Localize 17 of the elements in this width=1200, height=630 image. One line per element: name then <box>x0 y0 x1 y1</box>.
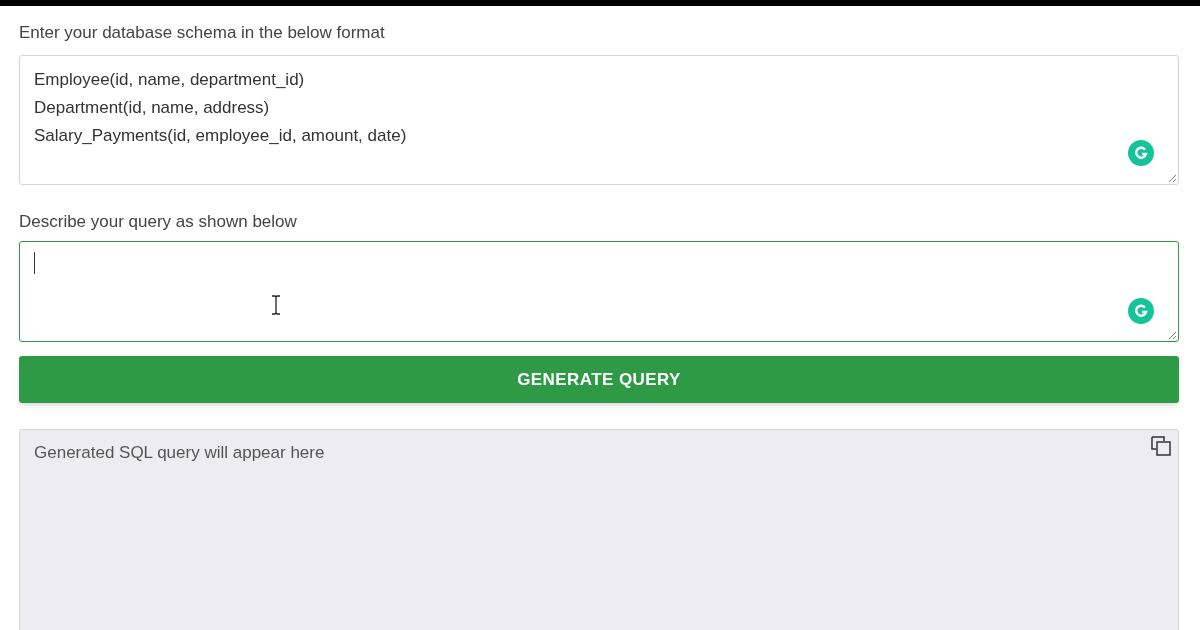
grammarly-icon[interactable] <box>1128 139 1154 166</box>
field-label: Describe your query as shown below <box>19 210 298 233</box>
copy-icon[interactable] <box>1150 435 1172 457</box>
resize-handle-icon[interactable] <box>1168 331 1177 340</box>
output-field[interactable]: Generated SQL query will appear here <box>19 429 1179 630</box>
schema-line: Salary_Payments(id, employee_id, amount, date) <box>34 124 407 147</box>
schema-line: Department(id, name, address) <box>34 96 270 119</box>
generate-query-button[interactable]: GENERATE QUERY <box>19 356 1179 403</box>
resize-handle-icon[interactable] <box>1168 173 1177 183</box>
grammarly-icon[interactable] <box>1128 298 1154 324</box>
text-cursor-icon <box>271 295 281 315</box>
query-field[interactable] <box>19 241 1179 342</box>
schema-line: Employee(id, name, department_id) <box>34 68 305 91</box>
field-label: Enter your database schema in the below format <box>19 22 386 44</box>
schema-field[interactable]: Employee(id, name, department_id) Department(id, name, address) Salary_Payments(id, employee_id, amount, date) <box>19 54 1179 185</box>
output-placeholder: Generated SQL query will appear here <box>34 442 326 464</box>
text-caret <box>34 252 35 274</box>
